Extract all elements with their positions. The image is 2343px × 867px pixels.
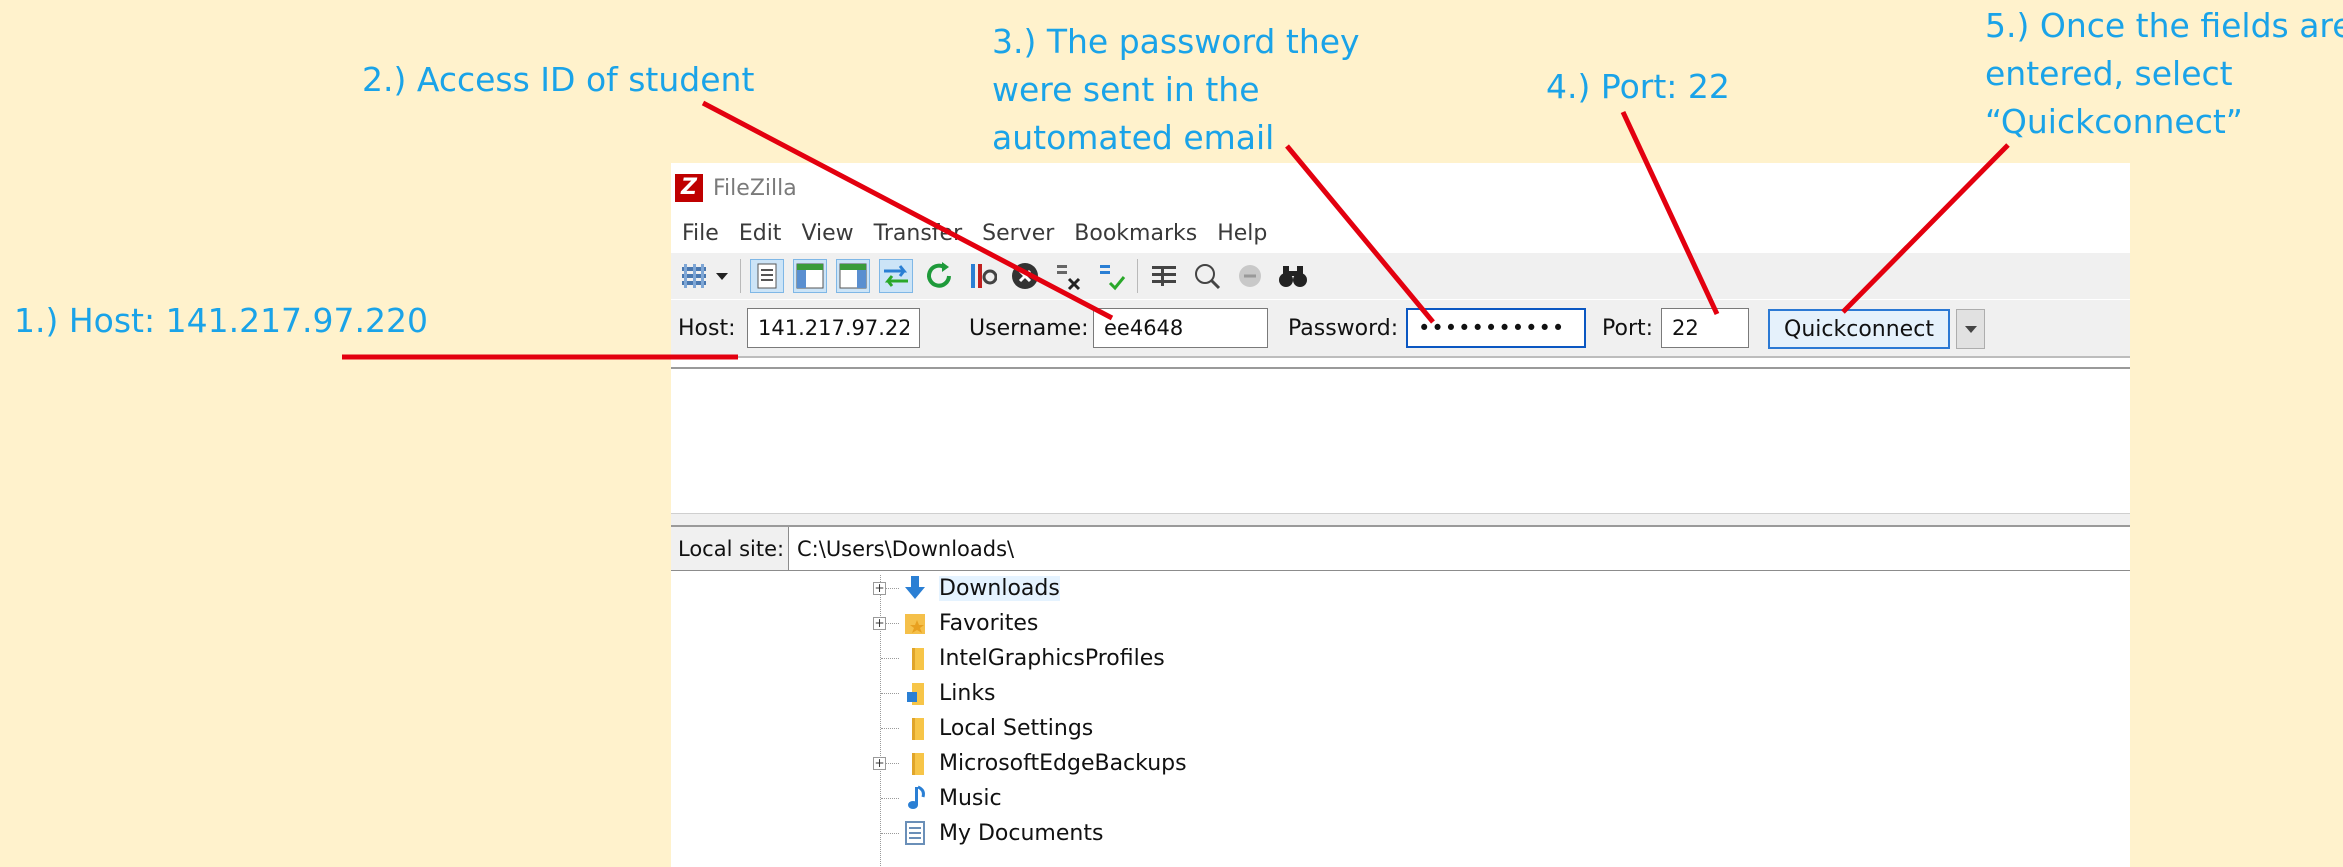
tree-item-label: Downloads [939, 576, 1060, 601]
pane-splitter[interactable] [671, 514, 2130, 525]
annotation-host: 1.) Host: 141.217.97.220 [14, 301, 429, 340]
filter-icon[interactable] [1147, 259, 1181, 293]
links-folder-icon [907, 683, 924, 705]
search-icon[interactable] [1276, 259, 1310, 293]
message-log-icon[interactable] [750, 259, 784, 293]
password-label: Password: [1288, 316, 1399, 341]
menu-help[interactable]: Help [1206, 221, 1276, 246]
folder-icon [912, 648, 924, 670]
password-field[interactable] [1406, 308, 1586, 348]
annotation-quickconnect: 5.) Once the fields are entered, select … [1985, 6, 2343, 141]
menu-bookmarks[interactable]: Bookmarks [1063, 221, 1206, 246]
tree-item-label: IntelGraphicsProfiles [939, 646, 1165, 671]
refresh-icon[interactable] [922, 259, 956, 293]
quickconnect-bar: Host: Username: Password: Port: Quickcon… [671, 300, 2130, 358]
tree-item-microsoftedgebackups[interactable]: + MicrosoftEdgeBackups [671, 746, 2130, 781]
tree-branch-line [881, 658, 899, 659]
tree-item-label: Favorites [939, 611, 1039, 636]
expand-icon[interactable]: + [873, 617, 886, 630]
favorites-folder-icon [905, 614, 925, 634]
username-label: Username: [969, 316, 1089, 341]
disconnect-icon[interactable] [1051, 259, 1085, 293]
compare-icon[interactable] [1190, 259, 1224, 293]
dropdown-arrow-icon[interactable] [713, 259, 731, 293]
expand-icon[interactable]: + [873, 582, 886, 595]
local-directory-tree: + Downloads + Favorites IntelGraphicsPro… [671, 570, 2130, 867]
port-label: Port: [1602, 316, 1654, 341]
tree-branch-line [881, 728, 899, 729]
download-arrow-icon [905, 576, 925, 599]
tree-item-downloads[interactable]: + Downloads [671, 571, 2130, 606]
process-queue-icon[interactable] [965, 259, 999, 293]
port-field[interactable] [1661, 308, 1749, 348]
annotation-password: 3.) The password they were sent in the a… [992, 22, 1360, 157]
quickconnect-button[interactable]: Quickconnect [1768, 309, 1950, 349]
folder-icon [912, 753, 924, 775]
annotation-access-id: 2.) Access ID of student [362, 60, 755, 99]
tree-item-links[interactable]: Links [671, 676, 2130, 711]
host-field[interactable] [747, 308, 920, 348]
music-note-icon [908, 785, 925, 809]
host-label: Host: [678, 316, 736, 341]
menu-transfer[interactable]: Transfer [863, 221, 971, 246]
filezilla-window: Z FileZilla File Edit View Transfer Serv… [671, 163, 2130, 867]
menu-server[interactable]: Server [971, 221, 1063, 246]
username-field[interactable] [1093, 308, 1268, 348]
local-site-path[interactable]: C:\Users\Downloads\ [797, 537, 1014, 561]
menu-file[interactable]: File [671, 221, 728, 246]
transfer-queue-icon[interactable] [879, 259, 913, 293]
toolbar-separator [740, 259, 741, 293]
quickconnect-dropdown-button[interactable] [1956, 309, 1985, 349]
menu-edit[interactable]: Edit [728, 221, 791, 246]
tree-item-local-settings[interactable]: Local Settings [671, 711, 2130, 746]
documents-icon [905, 821, 925, 845]
tree-item-label: My Documents [939, 821, 1104, 846]
annotation-port: 4.) Port: 22 [1546, 67, 1730, 106]
window-title: FileZilla [713, 175, 797, 201]
local-site-bar: Local site: C:\Users\Downloads\ [671, 525, 2130, 570]
tree-item-label: Links [939, 681, 996, 706]
tree-item-music[interactable]: Music [671, 781, 2130, 816]
local-site-label: Local site: [671, 527, 789, 570]
reconnect-icon[interactable] [1094, 259, 1128, 293]
toolbar [671, 253, 2130, 299]
toolbar-separator [1137, 259, 1138, 293]
folder-icon [912, 718, 924, 740]
sync-browse-icon[interactable] [1233, 259, 1267, 293]
tree-item-label: Music [939, 786, 1002, 811]
tree-item-my-documents[interactable]: My Documents [671, 816, 2130, 851]
tree-item-favorites[interactable]: + Favorites [671, 606, 2130, 641]
cancel-icon[interactable] [1008, 259, 1042, 293]
tree-item-intelgraphicsprofiles[interactable]: IntelGraphicsProfiles [671, 641, 2130, 676]
site-manager-icon[interactable] [677, 259, 711, 293]
tree-branch-line [881, 798, 899, 799]
remote-tree-icon[interactable] [836, 259, 870, 293]
menu-view[interactable]: View [790, 221, 862, 246]
local-tree-icon[interactable] [793, 259, 827, 293]
tree-branch-line [881, 833, 899, 834]
title-bar: Z FileZilla [671, 163, 2130, 213]
expand-icon[interactable]: + [873, 757, 886, 770]
menu-bar: File Edit View Transfer Server Bookmarks… [671, 213, 2130, 253]
tree-item-label: Local Settings [939, 716, 1094, 741]
tree-item-label: MicrosoftEdgeBackups [939, 751, 1187, 776]
tree-branch-line [881, 693, 899, 694]
message-log-pane[interactable] [671, 367, 2130, 514]
chevron-down-icon [1964, 326, 1977, 333]
filezilla-logo-icon: Z [675, 174, 703, 202]
